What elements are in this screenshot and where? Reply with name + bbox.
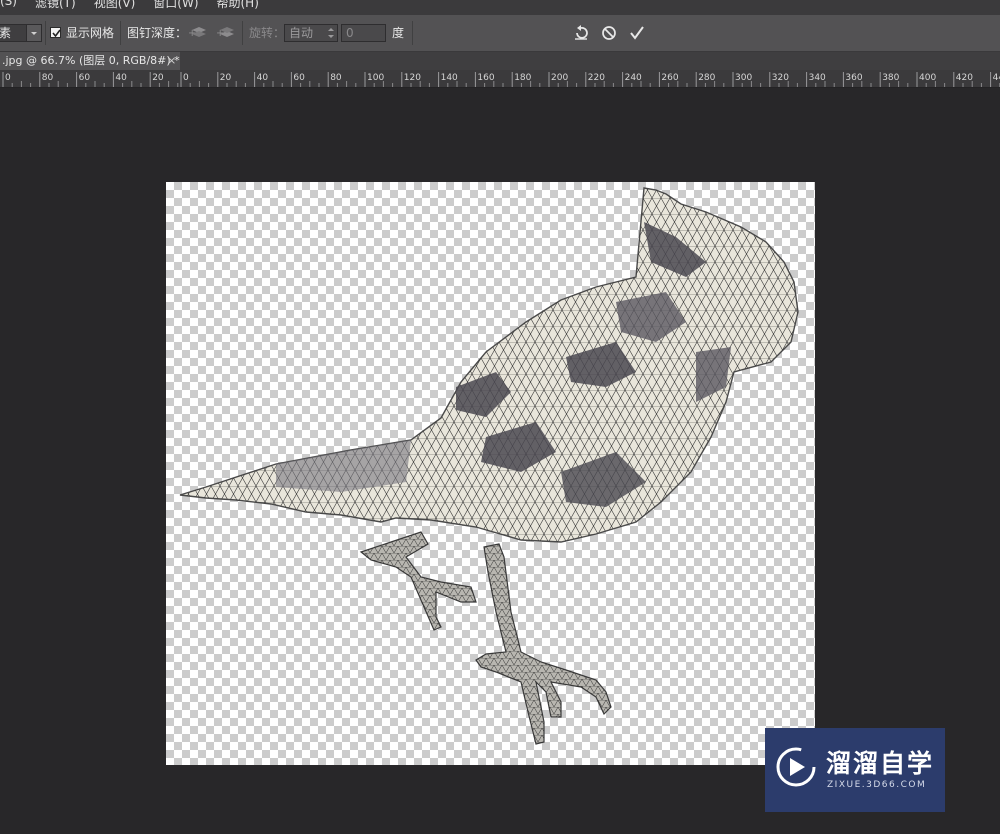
bird-puppet-warp-image[interactable] (166, 182, 815, 765)
chevron-down-icon (26, 25, 41, 41)
menu-item[interactable]: 视图(V) (94, 0, 136, 11)
menu-item[interactable]: 窗口(W) (153, 0, 198, 11)
ruler-label: 180 (514, 73, 531, 83)
rotate-angle-input[interactable]: 0 (341, 24, 386, 42)
ruler-label: 20 (152, 73, 164, 83)
density-value: 素 (0, 26, 12, 40)
rotate-mode-value: 自动 (289, 26, 314, 40)
ruler-label: 80 (330, 73, 342, 83)
ruler-label: 20 (220, 73, 232, 83)
watermark-title: 溜溜自学 (826, 749, 935, 778)
ruler-label: 200 (551, 73, 568, 83)
divider (45, 21, 46, 45)
divider (120, 21, 121, 45)
rotate-label: 旋转： (249, 26, 286, 40)
ruler-label: 60 (293, 73, 305, 83)
bird-leg-left (359, 531, 477, 631)
checkmark-icon[interactable] (628, 24, 646, 46)
document-tabs: .jpg @ 66.7% (图层 0, RGB/8#) * × (0, 52, 1000, 70)
show-mesh-label: 显示网格 (66, 26, 115, 40)
ruler-label: 60 (79, 73, 91, 83)
ruler-label: 220 (588, 73, 605, 83)
ruler-label: 380 (882, 73, 899, 83)
ruler-label: 440 (993, 73, 1000, 83)
pin-forward-icon[interactable]: + (188, 25, 208, 45)
document-tab-title: .jpg @ 66.7% (图层 0, RGB/8#) * (2, 54, 180, 67)
ruler-label: 140 (441, 73, 458, 83)
ruler-label: 320 (772, 73, 789, 83)
menu-item[interactable]: (S) (0, 0, 17, 11)
watermark-subtitle: ZIXUE.3D66.COM (827, 780, 927, 790)
ruler-label: 40 (115, 73, 127, 83)
undo-icon[interactable] (572, 24, 590, 46)
watermark-logo: 溜溜自学 ZIXUE.3D66.COM (765, 728, 945, 812)
horizontal-ruler[interactable]: 0 80 60 40 20 0 20 40 60 80 100 120 140 160 180 200 220 2… (0, 70, 1000, 88)
ruler-label: 0 (5, 73, 11, 83)
ruler-label: 360 (845, 73, 862, 83)
stepper-arrows-icon (327, 25, 335, 45)
menu-bar: (S) 滤镜(T) 视图(V) 窗口(W) 帮助(H) (0, 0, 1000, 15)
bird-leg-right (475, 543, 612, 745)
ruler-label: 120 (404, 73, 421, 83)
degree-label: 度 (392, 26, 405, 40)
ruler-label: 0 (183, 73, 189, 83)
ruler-label: 400 (919, 73, 936, 83)
menu-item[interactable]: 帮助(H) (217, 0, 259, 11)
ruler-ticks: 0 80 60 40 20 0 20 40 60 80 100 120 140 160 180 200 220 2… (2, 72, 1000, 87)
divider (412, 21, 413, 45)
close-icon[interactable]: × (167, 52, 176, 70)
divider (242, 21, 243, 45)
ruler-label: 40 (257, 73, 269, 83)
ruler-label: 340 (809, 73, 826, 83)
rotate-angle-value: 0 (346, 26, 354, 40)
ruler-label: 100 (367, 73, 384, 83)
rotate-mode-dropdown[interactable]: 自动 (284, 24, 338, 42)
options-bar: 素 显示网格 图钉深度： + + 旋转： 自动 0 度 (0, 15, 1000, 52)
pin-backward-icon[interactable]: + (216, 25, 236, 45)
document-tab[interactable]: .jpg @ 66.7% (图层 0, RGB/8#) * (0, 52, 180, 70)
menu-items: (S) 滤镜(T) 视图(V) 窗口(W) 帮助(H) (0, 0, 277, 11)
ruler-label: 420 (956, 73, 973, 83)
ruler-label: 260 (661, 73, 678, 83)
ruler-label: 300 (735, 73, 752, 83)
bird-body (179, 187, 799, 543)
ruler-label: 280 (698, 73, 715, 83)
cancel-icon[interactable] (600, 24, 618, 46)
pin-depth-label: 图钉深度： (127, 26, 188, 40)
ruler-label: 80 (42, 73, 54, 83)
canvas-area (0, 88, 1000, 834)
ruler-label: 240 (625, 73, 642, 83)
play-logo-icon (776, 747, 816, 787)
document-canvas[interactable] (166, 182, 815, 765)
ruler-label: 160 (477, 73, 494, 83)
menu-item[interactable]: 滤镜(T) (35, 0, 76, 11)
density-dropdown[interactable]: 素 (0, 24, 42, 42)
show-mesh-checkbox[interactable] (50, 27, 61, 38)
